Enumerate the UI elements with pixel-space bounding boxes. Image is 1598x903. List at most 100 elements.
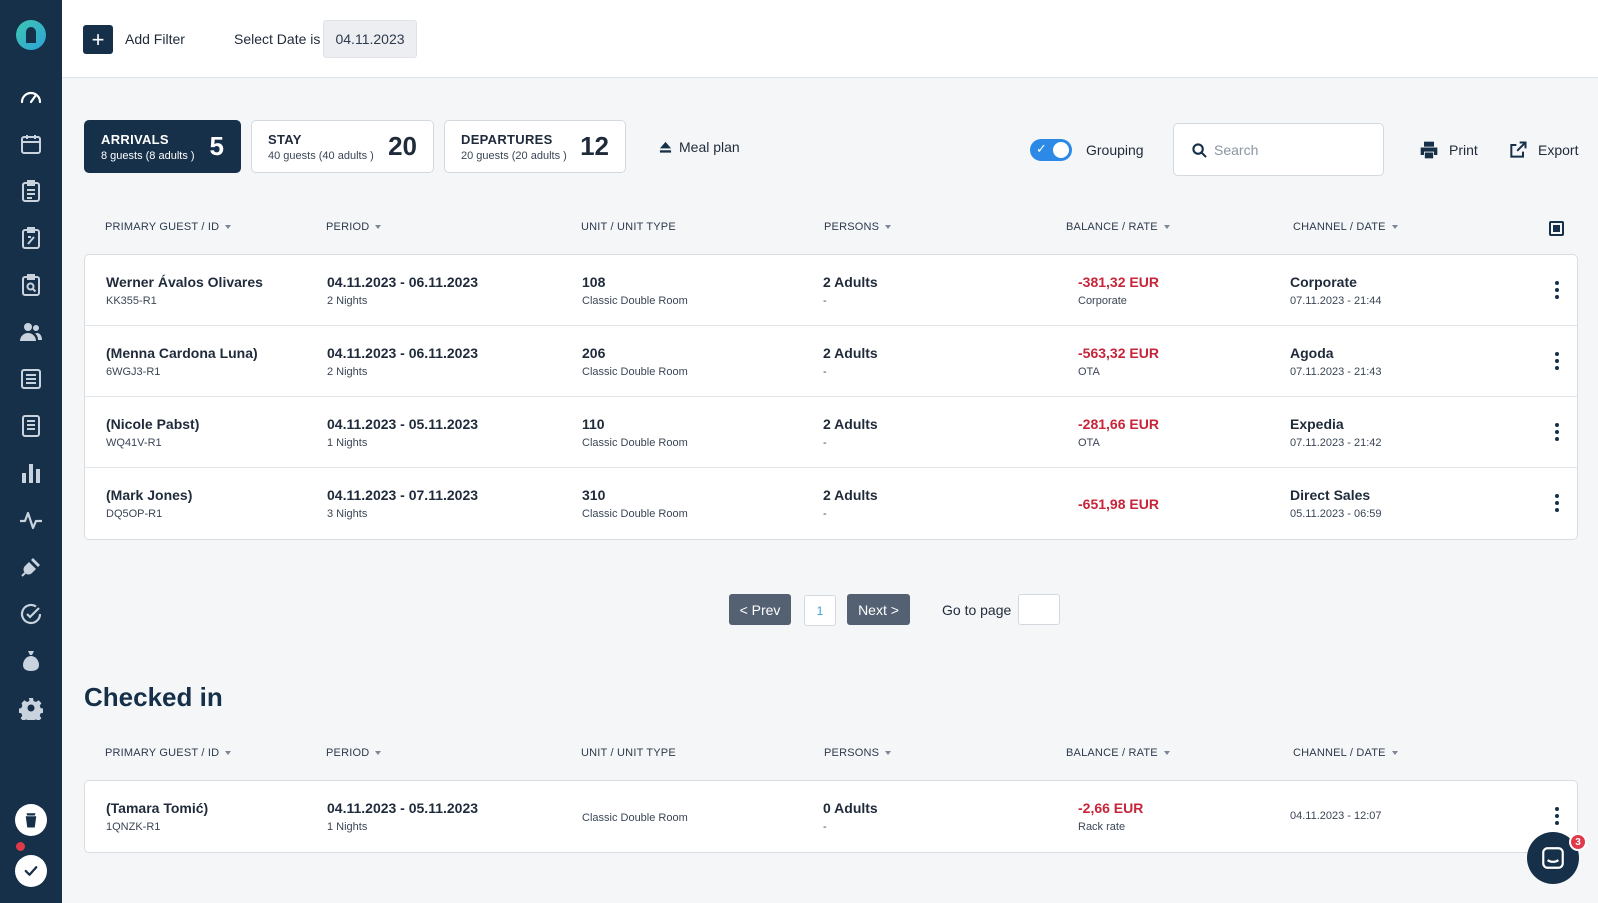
tab-departures-subtitle: 20 guests (20 adults ): [461, 150, 567, 162]
users-icon[interactable]: [19, 320, 43, 344]
persons-detail: -: [823, 508, 827, 520]
period-nights: 1 Nights: [327, 821, 368, 833]
print-label: Print: [1449, 142, 1478, 158]
document-icon[interactable]: [19, 414, 43, 438]
table-row[interactable]: (Tamara Tomić) 1QNZK-R1 04.11.2023 - 05.1…: [85, 781, 1577, 852]
notification-dot: [16, 842, 25, 851]
sort-caret-icon: [885, 751, 892, 755]
column-persons[interactable]: PERSONS: [824, 221, 892, 233]
calendar-icon[interactable]: [19, 132, 43, 156]
column-balance[interactable]: BALANCE / RATE: [1066, 221, 1170, 233]
check-icon[interactable]: [15, 855, 47, 887]
list-icon[interactable]: [19, 367, 43, 391]
date-label: Select Date is: [234, 31, 321, 47]
column-period[interactable]: PERIOD: [326, 221, 382, 233]
column-channel[interactable]: CHANNEL / DATE: [1293, 747, 1398, 759]
guest-name[interactable]: (Nicole Pabst): [106, 416, 199, 432]
persons-count: 2 Adults: [823, 416, 878, 432]
period-dates: 04.11.2023 - 05.11.2023: [327, 800, 479, 816]
column-channel[interactable]: CHANNEL / DATE: [1293, 221, 1398, 233]
balance-amount: -381,32 EUR: [1078, 274, 1159, 290]
grouping-label: Grouping: [1086, 142, 1144, 158]
export-button[interactable]: Export: [1508, 140, 1578, 160]
unit-type: Classic Double Room: [582, 295, 688, 307]
next-page-button[interactable]: Next >: [847, 594, 910, 625]
clipboard-search-icon[interactable]: [19, 273, 43, 297]
guest-name[interactable]: (Menna Cardona Luna): [106, 345, 258, 361]
persons-detail: -: [823, 821, 827, 833]
persons-count: 2 Adults: [823, 345, 878, 361]
bar-chart-icon[interactable]: [19, 461, 43, 485]
tab-stay-count: 20: [388, 131, 417, 161]
persons-detail: -: [823, 366, 827, 378]
go-to-page-input[interactable]: [1018, 594, 1060, 625]
app-logo[interactable]: [16, 20, 46, 50]
column-balance[interactable]: BALANCE / RATE: [1066, 747, 1170, 759]
tab-stay-title: STAY: [268, 132, 302, 147]
column-primary-guest[interactable]: PRIMARY GUEST / ID: [105, 747, 232, 759]
export-label: Export: [1538, 142, 1579, 158]
clipboard-list-icon[interactable]: [19, 179, 43, 203]
reservation-id: DQ5OP-R1: [106, 508, 163, 520]
table-row[interactable]: (Menna Cardona Luna) 6WGJ3-R1 04.11.2023 …: [85, 326, 1577, 397]
gear-icon[interactable]: [19, 696, 43, 720]
page-number-button[interactable]: 1: [804, 595, 836, 626]
dashboard-icon[interactable]: [19, 85, 43, 109]
guest-name[interactable]: (Mark Jones): [106, 487, 192, 503]
rate-name: Rack rate: [1078, 821, 1126, 833]
search-input[interactable]: [1214, 138, 1374, 162]
channel-date: 04.11.2023 - 12:07: [1290, 810, 1382, 822]
column-settings-icon[interactable]: [1549, 221, 1564, 236]
clipboard-edit-icon[interactable]: [19, 226, 43, 250]
row-menu-icon[interactable]: [1555, 423, 1559, 441]
period-nights: 2 Nights: [327, 295, 368, 307]
table-row[interactable]: (Mark Jones) DQ5OP-R1 04.11.2023 - 07.11.…: [85, 468, 1577, 539]
tab-departures[interactable]: DEPARTURES 20 guests (20 adults ) 12: [444, 120, 626, 173]
balance-amount: -651,98 EUR: [1078, 496, 1159, 512]
check-circle-icon[interactable]: [19, 602, 43, 626]
prev-page-button[interactable]: < Prev: [729, 594, 791, 625]
guest-name[interactable]: Werner Ávalos Olivares: [106, 274, 263, 290]
persons-count: 0 Adults: [823, 800, 878, 816]
column-persons[interactable]: PERSONS: [824, 747, 892, 759]
period-dates: 04.11.2023 - 07.11.2023: [327, 487, 479, 503]
date-picker[interactable]: 04.11.2023: [323, 20, 417, 58]
activity-icon[interactable]: [19, 508, 43, 532]
period-nights: 2 Nights: [327, 366, 368, 378]
tab-stay-subtitle: 40 guests (40 adults ): [268, 150, 374, 162]
tab-arrivals-count: 5: [209, 131, 224, 161]
arrivals-table-header: PRIMARY GUEST / ID PERIOD UNIT / UNIT TY…: [84, 221, 1578, 241]
money-bag-icon[interactable]: [19, 649, 43, 673]
sort-caret-icon: [225, 225, 232, 229]
grouping-toggle[interactable]: ✓: [1030, 139, 1072, 161]
add-filter-button[interactable]: +: [83, 25, 113, 54]
column-primary-guest[interactable]: PRIMARY GUEST / ID: [105, 221, 232, 233]
channel-name: Direct Sales: [1290, 487, 1371, 503]
column-unit: UNIT / UNIT TYPE: [581, 747, 676, 759]
meal-plan-label: Meal plan: [679, 139, 740, 155]
persons-count: 2 Adults: [823, 274, 878, 290]
table-row[interactable]: (Nicole Pabst) WQ41V-R1 04.11.2023 - 05.1…: [85, 397, 1577, 468]
meal-plan-button[interactable]: Meal plan: [659, 139, 740, 155]
column-period[interactable]: PERIOD: [326, 747, 382, 759]
section-title-checked-in: Checked in: [84, 682, 223, 712]
row-menu-icon[interactable]: [1555, 807, 1559, 825]
sort-caret-icon: [1163, 225, 1170, 229]
row-menu-icon[interactable]: [1555, 352, 1559, 370]
eject-icon: [659, 141, 672, 153]
channel-name: Corporate: [1290, 274, 1357, 290]
table-row[interactable]: Werner Ávalos Olivares KK355-R1 04.11.202…: [85, 255, 1577, 326]
plug-icon[interactable]: [19, 555, 43, 579]
coffee-cup-icon[interactable]: [15, 804, 47, 836]
tab-stay[interactable]: STAY 40 guests (40 adults ) 20: [251, 120, 434, 173]
print-button[interactable]: Print: [1419, 140, 1478, 160]
unit-number: 206: [582, 345, 606, 361]
tab-arrivals-title: ARRIVALS: [101, 132, 169, 147]
row-menu-icon[interactable]: [1555, 281, 1559, 299]
tab-departures-count: 12: [580, 131, 609, 161]
row-menu-icon[interactable]: [1555, 494, 1559, 512]
add-filter-label[interactable]: Add Filter: [125, 31, 185, 47]
guest-name[interactable]: (Tamara Tomić): [106, 800, 208, 816]
plus-icon: +: [91, 26, 105, 52]
tab-arrivals[interactable]: ARRIVALS 8 guests (8 adults ) 5: [84, 120, 241, 173]
